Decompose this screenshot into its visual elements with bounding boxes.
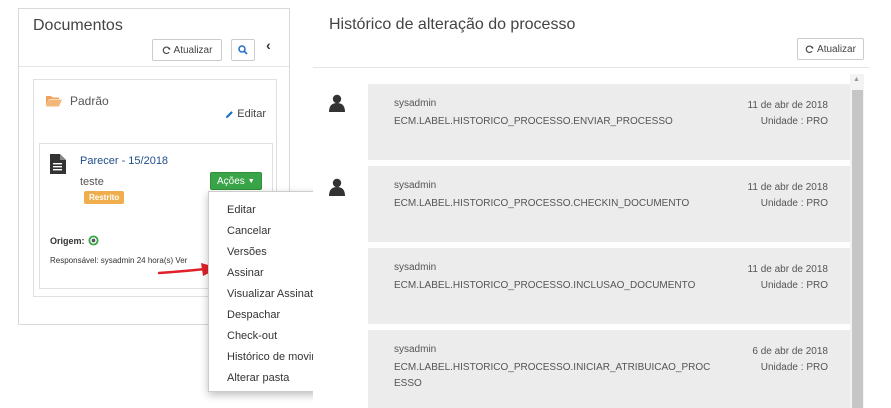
entry-unit: Unidade : PRO [760, 198, 828, 209]
entry-unit: Unidade : PRO [760, 362, 828, 373]
origin-icon [87, 235, 99, 246]
scroll-up-icon[interactable]: ▲ [853, 76, 860, 83]
caret-down-icon: ▼ [247, 177, 255, 185]
historico-header: Histórico de alteração do processo Atual… [313, 8, 869, 68]
search-icon [238, 45, 248, 55]
history-entry: sysadmin ECM.LABEL.HISTORICO_PROCESSO.CH… [368, 166, 850, 242]
entry-user: sysadmin [394, 98, 437, 109]
entry-date: 11 de abr de 2018 Unidade : PRO [708, 98, 828, 130]
document-title-link[interactable]: Parecer - 15/2018 [80, 155, 168, 167]
entry-unit: Unidade : PRO [760, 280, 828, 291]
search-button[interactable] [231, 39, 255, 61]
entry-date-text: 11 de abr de 2018 [747, 264, 828, 275]
folder-edit-label: Editar [237, 108, 266, 120]
history-entry: sysadmin ECM.LABEL.HISTORICO_PROCESSO.EN… [368, 84, 850, 160]
entry-action: ECM.LABEL.HISTORICO_PROCESSO.INICIAR_ATR… [394, 362, 711, 389]
scrollbar-thumb[interactable] [852, 90, 863, 408]
entry-unit: Unidade : PRO [760, 116, 828, 127]
documentos-header: Documentos Atualizar ‹ [19, 9, 289, 67]
folder-row[interactable]: Padrão [46, 94, 109, 108]
origin-label: Origem: [50, 235, 85, 246]
actions-button[interactable]: Ações ▼ [210, 172, 262, 190]
folder-name: Padrão [70, 94, 109, 108]
folder-edit-link[interactable]: Editar [225, 108, 266, 120]
status-badge: Restrito [84, 191, 125, 204]
entry-date-text: 11 de abr de 2018 [747, 100, 828, 111]
historico-refresh-label: Atualizar [817, 43, 856, 55]
history-entry: sysadmin ECM.LABEL.HISTORICO_PROCESSO.IN… [368, 248, 850, 324]
origin-row: Origem: [50, 235, 99, 246]
historico-title: Histórico de alteração do processo [329, 16, 576, 33]
historico-refresh-button[interactable]: Atualizar [797, 38, 864, 60]
entry-action: ECM.LABEL.HISTORICO_PROCESSO.CHECKIN_DOC… [394, 198, 690, 209]
chevron-left-icon[interactable]: ‹ [266, 37, 271, 53]
documentos-refresh-button[interactable]: Atualizar [152, 39, 222, 61]
historico-timeline: sysadmin ECM.LABEL.HISTORICO_PROCESSO.EN… [313, 74, 869, 408]
entry-date-text: 6 de abr de 2018 [752, 346, 828, 357]
user-icon [329, 178, 345, 196]
user-icon [329, 94, 345, 112]
refresh-icon [162, 45, 170, 54]
entry-user: sysadmin [394, 180, 437, 191]
document-description: teste [80, 176, 104, 188]
entry-user: sysadmin [394, 262, 437, 273]
refresh-icon [805, 44, 814, 53]
history-entry: sysadmin ECM.LABEL.HISTORICO_PROCESSO.IN… [368, 330, 850, 408]
entry-action: ECM.LABEL.HISTORICO_PROCESSO.ENVIAR_PROC… [394, 116, 673, 127]
actions-label: Ações [217, 175, 245, 187]
entry-action: ECM.LABEL.HISTORICO_PROCESSO.INCLUSAO_DO… [394, 280, 696, 291]
entry-date: 6 de abr de 2018 Unidade : PRO [708, 344, 828, 376]
folder-open-icon [46, 96, 62, 107]
entry-date-text: 11 de abr de 2018 [747, 182, 828, 193]
entry-date: 11 de abr de 2018 Unidade : PRO [708, 180, 828, 212]
document-icon [50, 154, 66, 174]
historico-panel: Histórico de alteração do processo Atual… [313, 8, 869, 408]
entry-date: 11 de abr de 2018 Unidade : PRO [708, 262, 828, 294]
entry-user: sysadmin [394, 344, 437, 355]
documentos-refresh-label: Atualizar [173, 44, 213, 56]
pencil-icon [226, 110, 234, 118]
documentos-title: Documentos [33, 17, 123, 34]
